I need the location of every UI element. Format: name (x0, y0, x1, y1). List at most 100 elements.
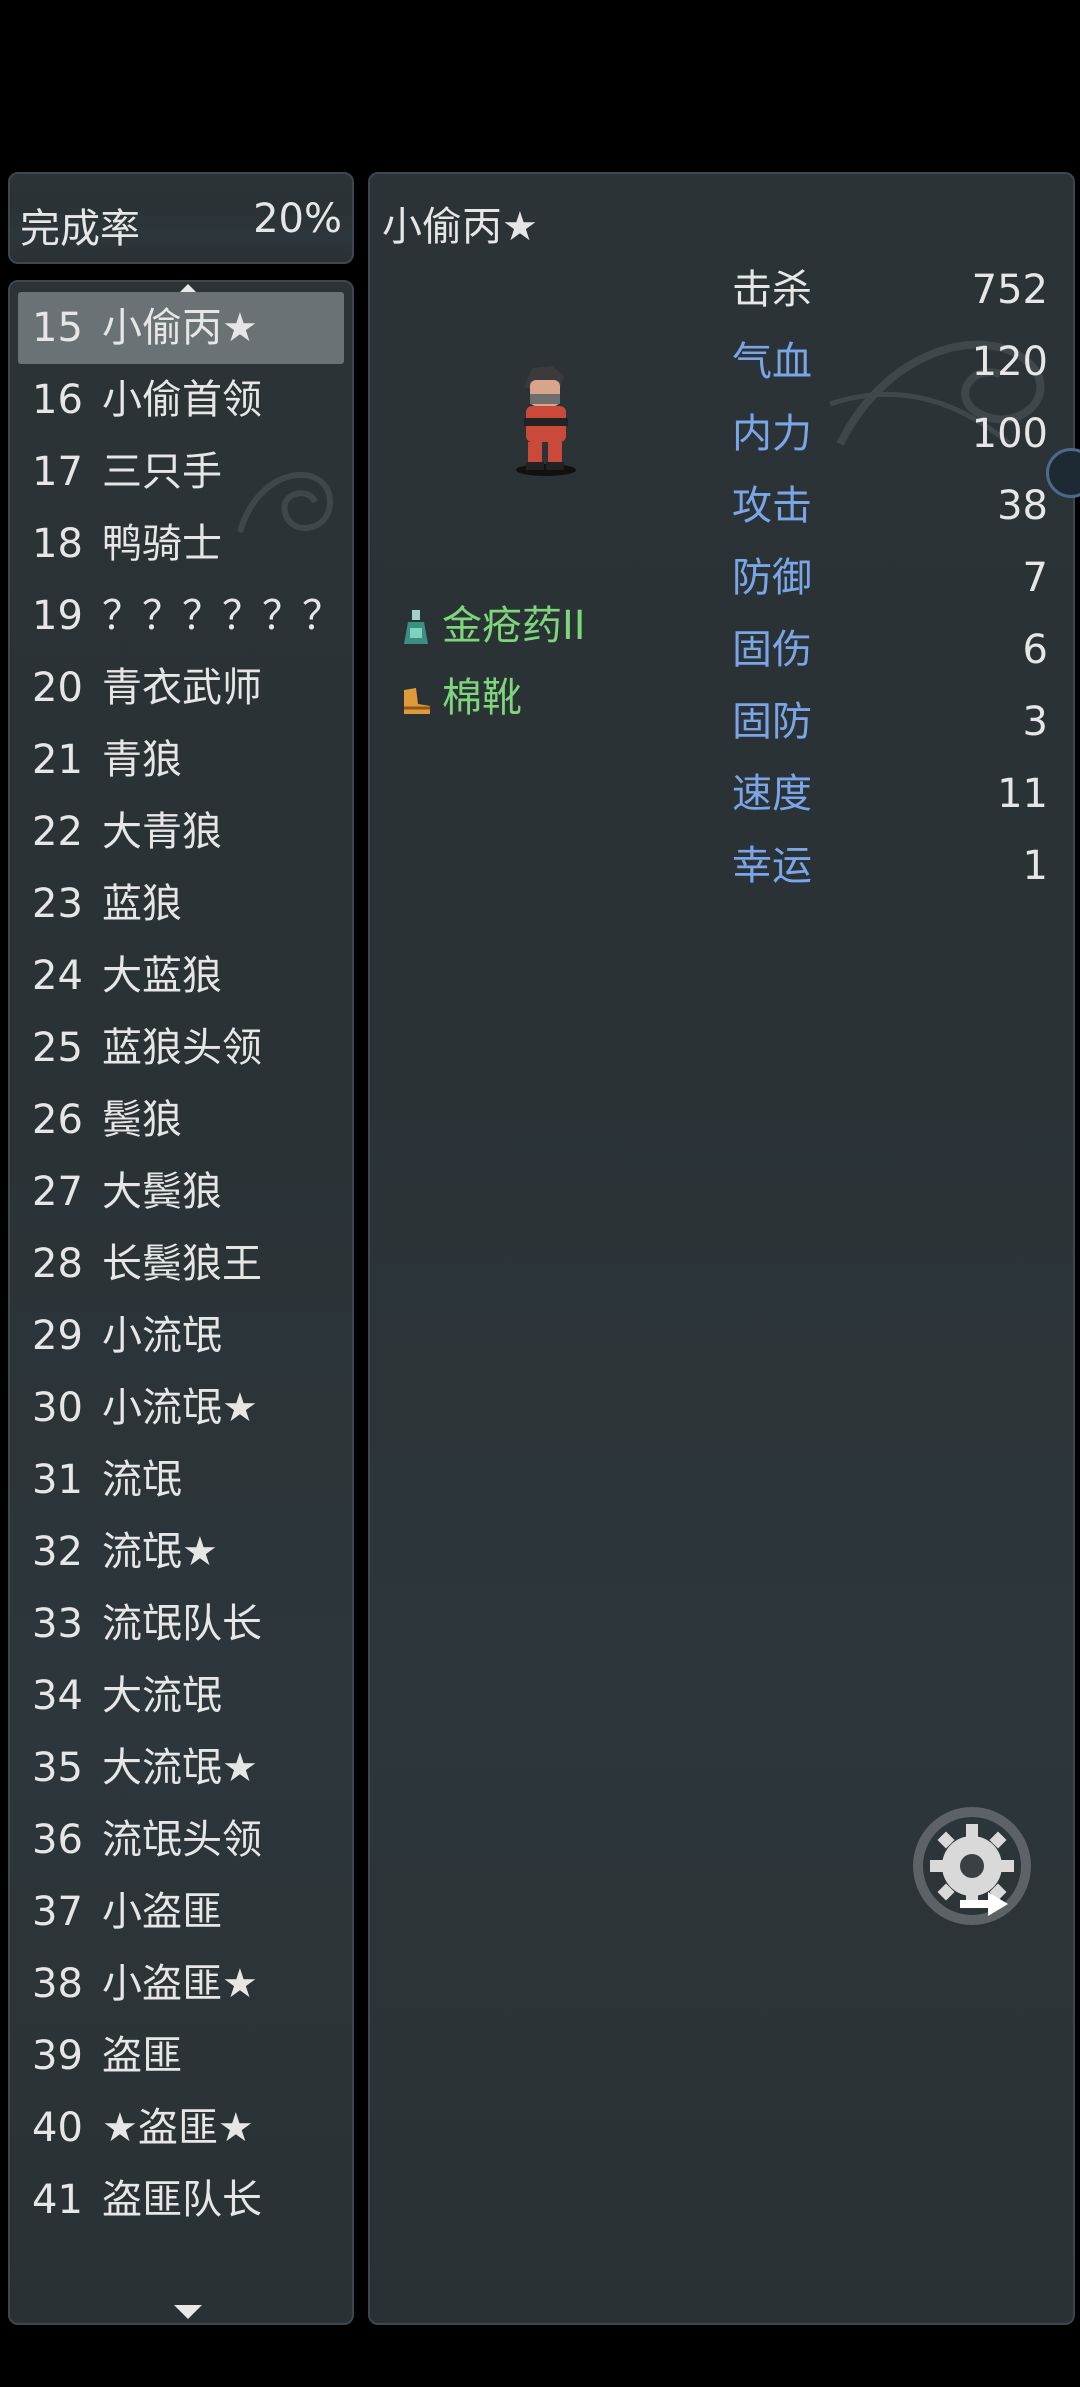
monster-number: 25 (32, 1025, 83, 1071)
monster-number: 32 (32, 1529, 83, 1575)
monster-number: 19 (32, 593, 83, 639)
monster-list-item[interactable]: 41 盗匪队长 (18, 2164, 344, 2236)
monster-list-item[interactable]: 26 鬓狼 (18, 1084, 344, 1156)
stat-value: 1 (1022, 843, 1048, 889)
stat-value: 7 (1022, 555, 1048, 601)
drop-item-row[interactable]: 棉靴 (398, 668, 522, 728)
monster-name: 流氓头领 (102, 1817, 262, 1863)
monster-name: 蓝狼 (102, 881, 182, 927)
monster-name: 流氓 (102, 1457, 182, 1503)
potion-icon (404, 610, 428, 644)
monster-number: 16 (32, 377, 83, 423)
monster-number: 39 (32, 2033, 83, 2079)
monster-list-item[interactable]: 19 ？？？？？？ (18, 580, 344, 652)
monster-name: 鬓狼 (102, 1097, 182, 1143)
monster-name: 长鬓狼王 (102, 1241, 262, 1287)
monster-number: 38 (32, 1961, 83, 2007)
monster-list-item[interactable]: 17 三只手 (18, 436, 344, 508)
monster-list-item[interactable]: 40 ★盗匪★ (18, 2092, 344, 2164)
stat-row: 幸运 1 (732, 836, 1048, 896)
stat-value: 120 (971, 339, 1048, 385)
stat-label: 固防 (732, 699, 812, 745)
stat-row: 击杀 752 (732, 260, 1048, 320)
monster-number: 37 (32, 1889, 83, 1935)
monster-name: 大青狼 (102, 809, 222, 855)
monster-number: 40 (32, 2105, 83, 2151)
completion-value: 20% (253, 196, 342, 242)
monster-number: 41 (32, 2177, 83, 2223)
monster-name: 蓝狼头领 (102, 1025, 262, 1071)
monster-list-item[interactable]: 34 大流氓 (18, 1660, 344, 1732)
monster-list-item[interactable]: 35 大流氓★ (18, 1732, 344, 1804)
monster-list-item[interactable]: 38 小盗匪★ (18, 1948, 344, 2020)
monster-list[interactable]: 15 小偷丙★ 16 小偷首领 17 三只手 18 鸭骑士 19 ？？？？？？ 20 青衣武师 21 青狼… (8, 280, 354, 2325)
stat-row: 固伤 6 (732, 620, 1048, 680)
stat-row: 速度 11 (732, 764, 1048, 824)
monster-list-item[interactable]: 36 流氓头领 (18, 1804, 344, 1876)
monster-number: 17 (32, 449, 83, 495)
monster-list-item[interactable]: 31 流氓 (18, 1444, 344, 1516)
stat-value: 38 (997, 483, 1048, 529)
monster-list-item[interactable]: 23 蓝狼 (18, 868, 344, 940)
stat-value: 6 (1022, 627, 1048, 673)
stat-label: 幸运 (732, 843, 812, 889)
monster-list-item[interactable]: 29 小流氓 (18, 1300, 344, 1372)
monster-name: 大流氓★ (102, 1745, 258, 1791)
drop-item-name: 金疮药II (442, 603, 586, 649)
drop-item-row[interactable]: 金疮药II (398, 596, 586, 656)
monster-list-item[interactable]: 25 蓝狼头领 (18, 1012, 344, 1084)
monster-list-item[interactable]: 30 小流氓★ (18, 1372, 344, 1444)
monster-list-item[interactable]: 15 小偷丙★ (18, 292, 344, 364)
monster-list-item[interactable]: 32 流氓★ (18, 1516, 344, 1588)
monster-list-item[interactable]: 33 流氓队长 (18, 1588, 344, 1660)
settings-gear-icon[interactable] (910, 1804, 1034, 1928)
monster-list-item[interactable]: 24 大蓝狼 (18, 940, 344, 1012)
monster-number: 35 (32, 1745, 83, 1791)
monster-list-item[interactable]: 22 大青狼 (18, 796, 344, 868)
monster-number: 15 (32, 305, 83, 351)
stat-value: 100 (971, 411, 1048, 457)
monster-list-item[interactable]: 37 小盗匪 (18, 1876, 344, 1948)
stat-label: 气血 (732, 339, 812, 385)
monster-number: 22 (32, 809, 83, 855)
monster-list-item[interactable]: 28 长鬓狼王 (18, 1228, 344, 1300)
drop-item-name: 棉靴 (442, 675, 522, 721)
stat-label: 固伤 (732, 627, 812, 673)
monster-number: 23 (32, 881, 83, 927)
monster-name: 小偷首领 (102, 377, 262, 423)
monster-sprite (516, 366, 576, 476)
stat-label: 防御 (732, 555, 812, 601)
monster-name: 大蓝狼 (102, 953, 222, 999)
monster-list-item[interactable]: 27 大鬓狼 (18, 1156, 344, 1228)
stat-row: 防御 7 (732, 548, 1048, 608)
monster-name: 大流氓 (102, 1673, 222, 1719)
stat-value: 3 (1022, 699, 1048, 745)
monster-number: 21 (32, 737, 83, 783)
boot-icon (404, 688, 430, 714)
stat-row: 气血 120 (732, 332, 1048, 392)
stat-value: 11 (997, 771, 1048, 817)
monster-name: 流氓★ (102, 1529, 218, 1575)
monster-list-item[interactable]: 20 青衣武师 (18, 652, 344, 724)
monster-number: 29 (32, 1313, 83, 1359)
monster-list-item[interactable]: 39 盗匪 (18, 2020, 344, 2092)
stat-row: 攻击 38 (732, 476, 1048, 536)
monster-number: 30 (32, 1385, 83, 1431)
scroll-down-icon[interactable] (174, 2305, 202, 2319)
monster-number: 31 (32, 1457, 83, 1503)
monster-list-item[interactable]: 18 鸭骑士 (18, 508, 344, 580)
monster-number: 33 (32, 1601, 83, 1647)
monster-name: 流氓队长 (102, 1601, 262, 1647)
monster-list-item[interactable]: 16 小偷首领 (18, 364, 344, 436)
monster-name: 小流氓★ (102, 1385, 258, 1431)
monster-name: 三只手 (102, 449, 222, 495)
monster-name: ？？？？？？ (102, 593, 342, 639)
monster-name: 小偷丙★ (102, 305, 258, 351)
monster-list-item[interactable]: 21 青狼 (18, 724, 344, 796)
monster-number: 24 (32, 953, 83, 999)
monster-name: 小盗匪 (102, 1889, 222, 1935)
monster-number: 28 (32, 1241, 83, 1287)
monster-name: 大鬓狼 (102, 1169, 222, 1215)
monster-number: 26 (32, 1097, 83, 1143)
monster-name: 小盗匪★ (102, 1961, 258, 2007)
